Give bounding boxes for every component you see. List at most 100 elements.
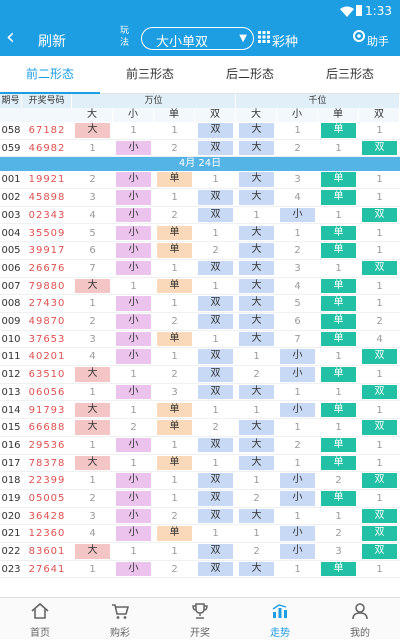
table-row: 020 36428 3 小 2 双大 1 1 双 xyxy=(0,508,400,526)
nav-item-2[interactable]: 开奖 xyxy=(160,598,240,640)
hit-cell: 小 xyxy=(116,384,151,400)
hit-cell: 大 xyxy=(75,455,110,471)
miss-count-cell: 2 xyxy=(89,316,96,327)
miss-count-cell: 1 xyxy=(335,262,342,274)
hit-cell: 单 xyxy=(321,243,356,258)
number-cell: 26676 xyxy=(28,262,66,274)
hit-cell: 双 xyxy=(198,123,233,138)
miss-count-cell: 1 xyxy=(212,333,219,345)
miss-count-cell: 1 xyxy=(294,125,301,136)
trend-chart-icon xyxy=(270,601,290,621)
issue-cell: 058 xyxy=(1,125,21,136)
miss-count-cell: 1 xyxy=(212,174,219,186)
hit-cell: 双 xyxy=(198,508,233,524)
miss-count-cell: 1 xyxy=(171,262,178,274)
hit-cell: 小 xyxy=(280,544,315,559)
hit-cell: 大 xyxy=(239,561,274,577)
miss-count-cell: 1 xyxy=(294,563,301,575)
miss-count-cell: 4 xyxy=(89,528,96,540)
miss-count-cell: 1 xyxy=(171,493,178,504)
number-cell: 06056 xyxy=(28,386,66,398)
hit-cell: 单 xyxy=(157,402,192,417)
miss-count-cell: 1 xyxy=(130,369,137,381)
hit-cell: 小 xyxy=(116,172,151,187)
hit-cell: 小 xyxy=(280,491,315,506)
play-type-select[interactable]: 大小单双 ▼ xyxy=(141,27,254,50)
subheader-7: 双 xyxy=(359,108,400,122)
gear-icon[interactable] xyxy=(352,29,366,43)
nav-item-3[interactable]: 走势 xyxy=(240,598,320,640)
tab-1[interactable]: 前三形态 xyxy=(100,56,200,94)
issue-cell: 008 xyxy=(1,298,21,310)
nav-label: 购彩 xyxy=(110,628,130,639)
hit-cell: 小 xyxy=(116,473,151,488)
issue-cell: 010 xyxy=(1,333,21,345)
number-cell: 91793 xyxy=(28,404,66,416)
hit-cell: 双 xyxy=(198,491,233,506)
miss-count-cell: 1 xyxy=(171,546,178,558)
miss-count-cell: 1 xyxy=(335,142,342,154)
nav-item-1[interactable]: 购彩 xyxy=(80,598,160,640)
tab-0[interactable]: 前二形态 xyxy=(0,56,100,94)
table-row: 019 05005 2 小 1 双 2 小单 1 xyxy=(0,490,400,508)
tab-3[interactable]: 后三形态 xyxy=(300,56,400,94)
hit-cell: 大 xyxy=(75,402,110,417)
refresh-button[interactable]: 刷新 xyxy=(38,31,66,51)
table-row: 022 83601 大 1 1 双 2 小 3 双 xyxy=(0,543,400,561)
nav-item-4[interactable]: 我的 xyxy=(320,598,400,640)
hit-cell: 大 xyxy=(239,123,274,138)
miss-count-cell: 2 xyxy=(130,422,137,434)
hit-cell: 小 xyxy=(116,190,151,205)
tab-2[interactable]: 后二形态 xyxy=(200,56,300,94)
miss-count-cell: 2 xyxy=(253,546,260,558)
back-icon[interactable]: ‹ xyxy=(6,25,15,50)
hit-cell: 大 xyxy=(75,367,110,382)
issue-cell: 012 xyxy=(1,369,21,381)
hit-cell: 双 xyxy=(198,473,233,488)
number-cell: 05005 xyxy=(28,493,66,504)
nav-label: 我的 xyxy=(350,628,370,639)
subheader-4: 大 xyxy=(236,108,277,122)
miss-count-cell: 1 xyxy=(376,280,383,292)
miss-count-cell: 3 xyxy=(89,510,96,522)
miss-count-cell: 1 xyxy=(171,439,178,451)
hit-cell: 大 xyxy=(239,314,274,329)
help-button[interactable]: 助手 xyxy=(367,33,389,49)
miss-count-cell: 1 xyxy=(376,227,383,239)
hit-cell: 大 xyxy=(239,172,274,187)
number-cell: 45898 xyxy=(28,192,66,204)
miss-count-cell: 1 xyxy=(89,475,96,487)
hit-cell: 双 xyxy=(362,207,397,223)
miss-count-cell: 1 xyxy=(335,386,342,398)
nav-item-0[interactable]: 首页 xyxy=(0,598,80,640)
table-header-top: 期号 开奖号码 万位 千位 xyxy=(0,94,400,108)
issue-cell: 023 xyxy=(1,563,21,575)
battery-icon xyxy=(356,5,362,16)
miss-count-cell: 1 xyxy=(253,475,260,487)
miss-count-cell: 1 xyxy=(130,280,137,292)
miss-count-cell: 1 xyxy=(335,422,342,434)
miss-count-cell: 1 xyxy=(212,457,219,469)
hit-cell: 单 xyxy=(321,296,356,311)
miss-count-cell: 1 xyxy=(335,209,342,221)
miss-count-cell: 1 xyxy=(294,386,301,398)
table-row: 008 27430 1 小 1 双大 5 单 1 xyxy=(0,295,400,313)
lottery-type-button[interactable]: 彩种 xyxy=(272,31,298,50)
issue-cell: 059 xyxy=(1,142,21,154)
miss-count-cell: 1 xyxy=(376,245,383,257)
subheader-6: 单 xyxy=(318,108,359,122)
table-row: 010 37653 3 小单 1 大 7 单 4 xyxy=(0,331,400,349)
issue-cell: 017 xyxy=(1,457,21,469)
miss-count-cell: 1 xyxy=(171,475,178,487)
hit-cell: 双 xyxy=(362,526,397,541)
hit-cell: 双 xyxy=(198,367,233,382)
col-number-header: 开奖号码 xyxy=(22,94,72,108)
table-row: 023 27641 1 小 2 双大 1 单 1 xyxy=(0,561,400,579)
miss-count-cell: 1 xyxy=(376,457,383,469)
hit-cell: 小 xyxy=(116,526,151,541)
tab-bar: 前二形态 前三形态 后二形态 后三形态 xyxy=(0,56,400,94)
hit-cell: 大 xyxy=(239,260,274,276)
miss-count-cell: 2 xyxy=(253,369,260,381)
hit-cell: 小 xyxy=(280,526,315,541)
grid-icon[interactable] xyxy=(258,31,270,43)
